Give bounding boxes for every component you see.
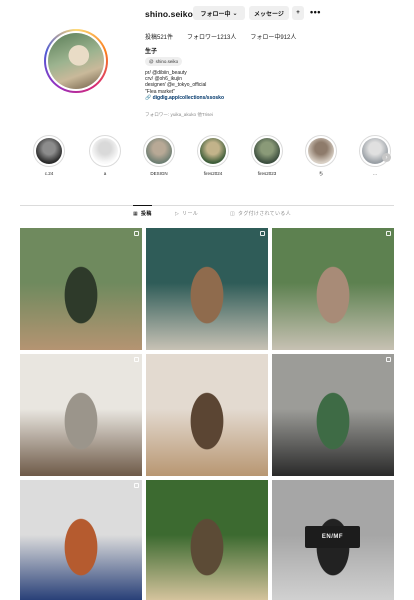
bio-link[interactable]: 🔗 digdig.app/collections/ssosko — [145, 95, 224, 101]
profile-username: shino.seiko — [145, 9, 193, 19]
multiple-images-icon — [134, 357, 139, 362]
highlight-cover — [33, 135, 65, 167]
highlight-item[interactable]: fires2023 — [247, 135, 287, 177]
post-thumbnail[interactable] — [20, 480, 142, 600]
reels-icon: ▷ — [175, 210, 180, 217]
highlight-item[interactable]: ち — [301, 135, 341, 177]
chevron-right-icon[interactable]: › — [382, 153, 391, 162]
post-thumbnail[interactable] — [272, 228, 394, 350]
following-button[interactable]: フォロー中 ⌄ — [193, 6, 245, 20]
avatar-image — [48, 33, 104, 89]
highlight-item[interactable]: DESIGN — [139, 135, 179, 177]
highlight-label: c.24 — [44, 171, 54, 176]
tab-posts[interactable]: ▦ 投稿 — [133, 205, 152, 217]
highlight-item[interactable]: a — [85, 135, 125, 177]
followers-count[interactable]: フォロワー1213人 — [187, 32, 236, 41]
multiple-images-icon — [134, 483, 139, 488]
tab-reels[interactable]: ▷ リール — [175, 210, 198, 218]
highlight-label: DESIGN — [150, 171, 168, 176]
threads-icon: @ — [149, 59, 154, 64]
profile-bio: pr/ @dibiin_beauty crv/ @oh6_ikujin desi… — [145, 70, 225, 101]
grid-icon: ▦ — [133, 210, 139, 217]
highlight-label: a — [103, 171, 107, 176]
multiple-images-icon — [260, 231, 265, 236]
posts-grid: EN/MF — [20, 228, 394, 600]
highlight-label: … — [372, 171, 378, 176]
post-thumbnail[interactable] — [272, 354, 394, 476]
post-thumbnail[interactable] — [146, 228, 268, 350]
highlight-item[interactable]: c.24 — [29, 135, 69, 177]
profile-full-name: 生子 — [145, 49, 158, 55]
message-button[interactable]: メッセージ — [249, 6, 289, 20]
profile-avatar[interactable] — [44, 29, 108, 93]
profile-stats: 投稿521件 フォロワー1213人 フォロー中912人 — [145, 32, 296, 41]
post-thumbnail[interactable]: EN/MF — [272, 480, 394, 600]
profile-tabs: ▦ 投稿 ▷ リール ◫ タグ付けされている人 — [20, 205, 394, 223]
highlight-label: fires2024 — [203, 171, 223, 176]
multiple-images-icon — [386, 357, 391, 362]
posts-count: 投稿521件 — [145, 35, 174, 41]
highlight-cover — [359, 135, 391, 167]
wall-sign: EN/MF — [305, 526, 360, 548]
following-count[interactable]: フォロー中912人 — [250, 32, 296, 41]
profile-header: shino.seiko フォロー中 ⌄ メッセージ + ••• 投稿521件 フ… — [0, 0, 414, 128]
highlight-cover — [197, 135, 229, 167]
highlight-cover — [143, 135, 175, 167]
highlight-cover — [89, 135, 121, 167]
post-thumbnail[interactable] — [20, 228, 142, 350]
highlight-item[interactable]: fires2024 — [193, 135, 233, 177]
highlight-cover — [251, 135, 283, 167]
highlight-label: ち — [318, 171, 324, 176]
followed-by-text[interactable]: フォロワー: yuika_akuko 他Trisei — [145, 112, 213, 118]
add-user-icon: + — [296, 10, 300, 16]
highlight-cover — [305, 135, 337, 167]
tab-tagged[interactable]: ◫ タグ付けされている人 — [230, 210, 291, 218]
threads-badge[interactable]: @ shino.seiko — [145, 57, 183, 66]
chevron-down-icon: ⌄ — [232, 10, 238, 17]
post-thumbnail[interactable] — [20, 354, 142, 476]
tagged-icon: ◫ — [230, 210, 236, 217]
highlight-label: fires2023 — [257, 171, 277, 176]
post-thumbnail[interactable] — [146, 480, 268, 600]
more-options-icon[interactable]: ••• — [310, 7, 321, 17]
add-user-button[interactable]: + — [292, 6, 304, 20]
post-thumbnail[interactable] — [146, 354, 268, 476]
story-highlights: c.24 a DESIGN fires2024 fires2023 ち … › — [20, 135, 394, 190]
multiple-images-icon — [386, 231, 391, 236]
multiple-images-icon — [134, 231, 139, 236]
